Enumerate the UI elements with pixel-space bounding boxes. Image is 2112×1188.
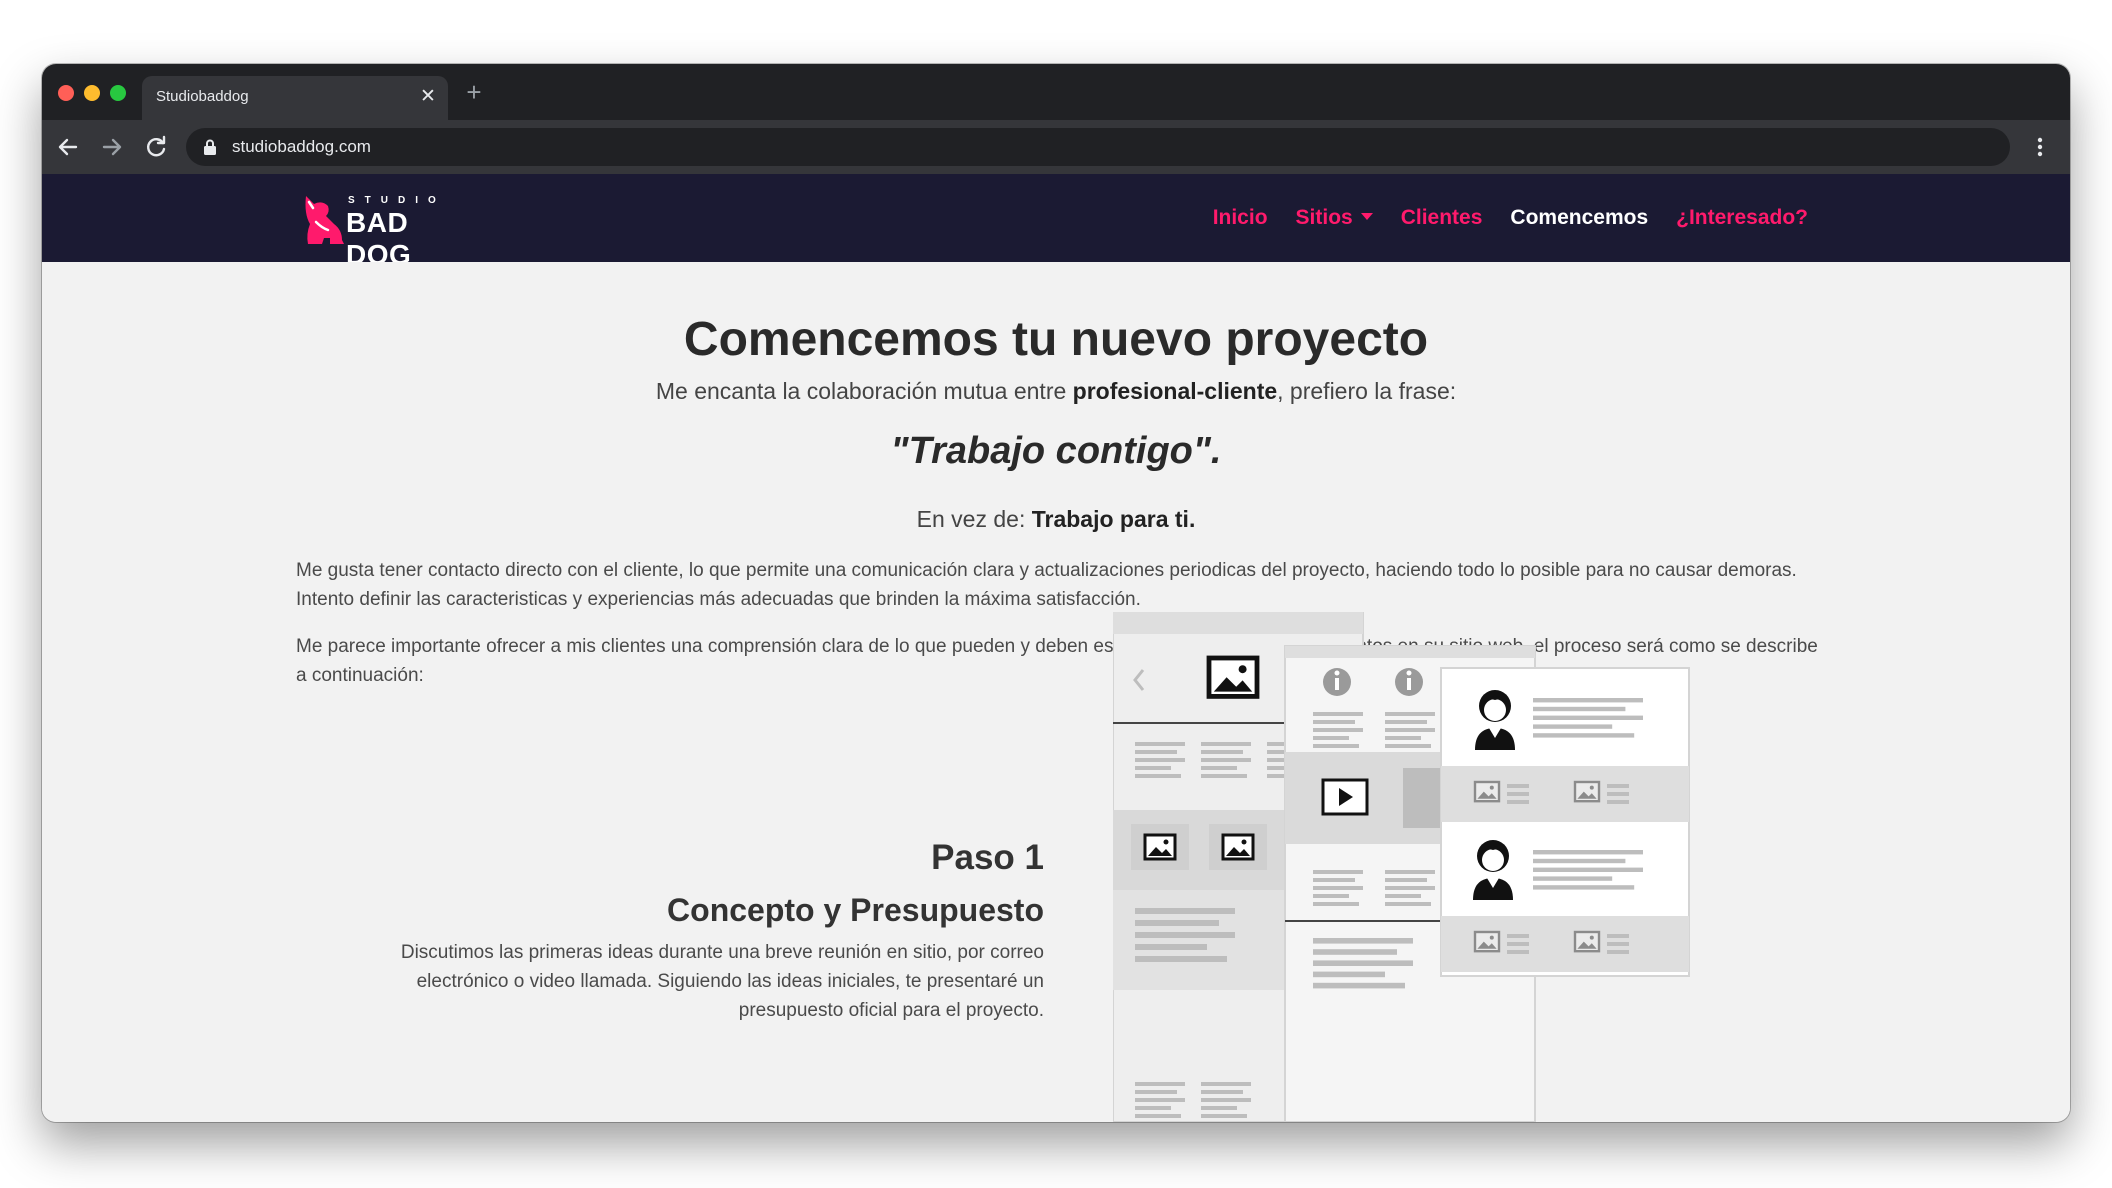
nav-link-clientes[interactable]: Clientes — [1401, 206, 1483, 230]
step-title: Paso 1 — [931, 838, 1044, 877]
nav-link-comencemos[interactable]: Comencemos — [1510, 206, 1648, 230]
back-arrow-icon[interactable] — [52, 131, 84, 163]
tab-strip: Studiobaddog ✕ + — [42, 64, 2070, 120]
quote-text: "Trabajo contigo". — [890, 430, 1222, 472]
paragraph: Me gusta tener contacto directo con el c… — [296, 560, 1797, 610]
instead-bold: Trabajo para ti. — [1031, 506, 1196, 532]
step-description: Discutimos las primeras ideas durante un… — [400, 942, 1044, 1021]
tab-close-icon[interactable]: ✕ — [416, 85, 440, 109]
site-navbar: STUDIO BAD DOG Inicio Sitios Clientes Co… — [42, 174, 2070, 270]
forward-arrow-icon[interactable] — [96, 131, 128, 163]
kebab-menu-icon[interactable] — [2024, 131, 2056, 163]
page-content: Comencemos tu nuevo proyecto Me encanta … — [42, 262, 2070, 1122]
instead-prefix: En vez de: — [916, 506, 1032, 532]
site-logo[interactable]: STUDIO BAD DOG — [300, 194, 466, 270]
nav-dropdown-sitios[interactable]: Sitios — [1296, 206, 1373, 230]
lock-icon — [202, 138, 218, 156]
caret-down-icon — [1360, 213, 1373, 220]
dog-logo-icon — [305, 196, 344, 244]
nav-link-sitios-label: Sitios — [1295, 206, 1353, 229]
step-subtitle: Concepto y Presupuesto — [667, 892, 1044, 928]
intro-text-bold: profesional-cliente — [1072, 378, 1278, 404]
url-text: studiobaddog.com — [232, 137, 371, 156]
maximize-window-button[interactable] — [110, 85, 126, 101]
logo-subtitle: STUDIO — [348, 195, 446, 206]
main-menu: Inicio Sitios Clientes Comencemos ¿Inter… — [1213, 174, 1808, 262]
wireframe-illustration — [1113, 612, 1690, 1122]
new-tab-button[interactable]: + — [460, 78, 488, 106]
address-bar[interactable]: studiobaddog.com — [186, 128, 2010, 166]
tab-title: Studiobaddog — [156, 88, 249, 105]
instead-text: En vez de: Trabajo para ti. — [42, 506, 2070, 533]
browser-tab[interactable]: Studiobaddog ✕ — [142, 76, 448, 120]
page-title: Comencemos tu nuevo proyecto — [683, 313, 1429, 366]
nav-link-interesado[interactable]: ¿Interesado? — [1676, 206, 1808, 230]
intro-text-end: , prefiero la frase: — [1277, 378, 1457, 404]
browser-toolbar: studiobaddog.com — [42, 120, 2070, 174]
intro-text-start: Me encanta la colaboración mutua entre — [655, 378, 1073, 404]
nav-link-inicio[interactable]: Inicio — [1213, 206, 1268, 230]
reload-icon[interactable] — [140, 131, 172, 163]
browser-window: Studiobaddog ✕ + studiobaddog.com STUDIO… — [42, 64, 2070, 1122]
minimize-window-button[interactable] — [84, 85, 100, 101]
close-window-button[interactable] — [58, 85, 74, 101]
intro-text: Me encanta la colaboración mutua entre p… — [42, 378, 2070, 405]
